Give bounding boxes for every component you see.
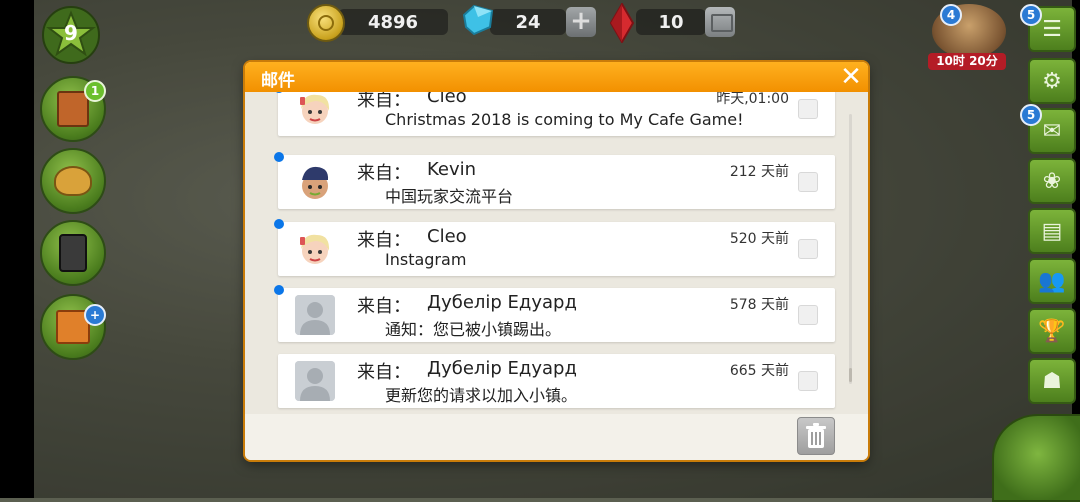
envelope-icon: ✉	[1042, 118, 1062, 144]
mail-badge: 5	[1020, 104, 1042, 126]
mail-subject: 更新您的请求以加入小镇。	[385, 386, 578, 405]
dialog-footer	[245, 414, 868, 460]
people-icon: 👥	[1038, 268, 1066, 294]
handshake-icon: ❀	[1042, 168, 1062, 194]
sender-name: Cleo	[427, 92, 467, 107]
from-label: 来自：	[357, 296, 411, 317]
orders-button[interactable]: ▤	[1028, 208, 1076, 254]
phone-icon	[59, 234, 87, 272]
select-checkbox[interactable]	[798, 99, 818, 119]
select-checkbox[interactable]	[798, 371, 818, 391]
buy-gems-button[interactable]: +	[566, 7, 596, 37]
sender-name: Cleo	[427, 226, 467, 247]
document-icon: ▤	[1041, 218, 1063, 244]
scrollbar-track[interactable]	[849, 114, 852, 384]
unread-indicator	[274, 92, 284, 93]
event-timer: 10时 20分	[928, 53, 1006, 70]
mail-item[interactable]: 来自： Kevin 中国玩家交流平台 212 天前	[274, 152, 835, 209]
book-icon	[57, 91, 89, 127]
mail-subject: Instagram	[385, 250, 467, 269]
mail-list[interactable]: 来自： Cleo Christmas 2018 is coming to My …	[245, 92, 868, 414]
screen-edge-left	[0, 0, 34, 498]
delete-button[interactable]	[797, 417, 835, 455]
mail-time: 578 天前	[729, 297, 789, 313]
mail-item[interactable]: 来自： Cleo Instagram 520 天前	[274, 219, 835, 276]
select-checkbox[interactable]	[798, 305, 818, 325]
mail-subject: 中国玩家交流平台	[385, 187, 514, 206]
close-icon[interactable]: ✕	[838, 64, 864, 90]
mail-time: 520 天前	[729, 231, 789, 247]
gift-add-badge: +	[84, 304, 106, 326]
trash-icon	[806, 423, 826, 448]
gem-counter: 24	[490, 9, 566, 35]
event-badge: 4	[940, 4, 962, 26]
settings-button[interactable]: ⚙	[1028, 58, 1076, 104]
default-avatar	[295, 361, 335, 401]
gear-icon: ⚙	[1042, 68, 1062, 94]
dialog-title: 邮件	[261, 71, 295, 91]
simoleon-icon	[609, 3, 635, 43]
mail-subject: 通知：您已被小镇踢出。	[385, 320, 562, 339]
cash-register-button[interactable]	[992, 414, 1080, 502]
unread-indicator	[274, 285, 284, 295]
menu-badge: 5	[1020, 4, 1042, 26]
recipe-book-badge: 1	[84, 80, 106, 102]
unread-indicator	[274, 219, 284, 229]
select-checkbox[interactable]	[798, 172, 818, 192]
from-label: 来自：	[357, 230, 411, 251]
from-label: 来自：	[357, 362, 411, 383]
list-icon: ☰	[1042, 16, 1062, 42]
sender-name: Kevin	[427, 159, 477, 180]
gem-icon	[462, 4, 494, 36]
trophy-icon: 🏆	[1038, 318, 1066, 344]
phone-button[interactable]	[40, 220, 106, 286]
pot-icon	[54, 166, 92, 196]
waiter-icon: ☗	[1042, 368, 1062, 394]
coin-counter: 4896	[338, 9, 448, 35]
default-avatar	[295, 295, 335, 335]
sender-name: Дубелір Едуард	[427, 358, 577, 379]
mail-time: 665 天前	[729, 363, 789, 379]
mail-time: 212 天前	[729, 164, 789, 180]
shop-button[interactable]	[705, 7, 735, 37]
mail-item[interactable]: 来自： Дубелір Едуард 通知：您已被小镇踢出。 578 天前	[274, 285, 835, 342]
level-number: 9	[64, 21, 78, 45]
friends-button[interactable]: ❀	[1028, 158, 1076, 204]
select-checkbox[interactable]	[798, 239, 818, 259]
cleo-avatar	[295, 92, 335, 129]
sims-counter: 10	[636, 9, 706, 35]
scrollbar-thumb[interactable]	[849, 368, 852, 382]
dialog-header: 邮件 ✕	[245, 62, 868, 92]
mail-item[interactable]: 来自： Дубелір Едуард 更新您的请求以加入小镇。 665 天前	[278, 354, 835, 408]
town-button[interactable]: 👥	[1028, 258, 1076, 304]
mail-subject: Christmas 2018 is coming to My Cafe Game…	[385, 110, 744, 129]
coin-icon	[307, 4, 345, 42]
trophy-button[interactable]: 🏆	[1028, 308, 1076, 354]
kevin-avatar	[295, 162, 335, 202]
waiter-button[interactable]: ☗	[1028, 358, 1076, 404]
cleo-avatar	[295, 229, 335, 269]
cooking-pot-button[interactable]	[40, 148, 106, 214]
mail-item[interactable]: 来自： Cleo Christmas 2018 is coming to My …	[274, 92, 835, 136]
from-label: 来自：	[357, 92, 411, 111]
unread-indicator	[274, 152, 284, 162]
mail-dialog: 邮件 ✕ 来自： Cleo Christmas 2018 is coming t…	[245, 62, 868, 460]
from-label: 来自：	[357, 163, 411, 184]
sender-name: Дубелір Едуард	[427, 292, 577, 313]
mail-time: 昨天,01:00	[716, 92, 789, 107]
